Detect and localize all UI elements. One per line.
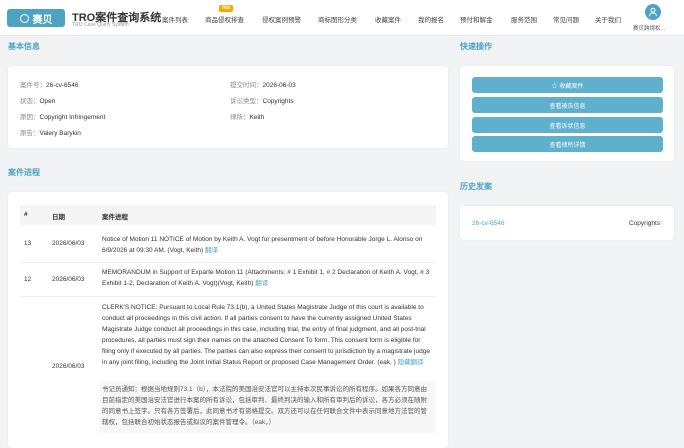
field-value: Open: [39, 98, 56, 105]
view-law-firm-button[interactable]: 查看律所详情: [472, 136, 663, 152]
top-header: 赛贝 TRO案件查询系统 TRO Case Query System 案件列表 …: [0, 0, 684, 36]
nav-product-check[interactable]: 商品侵权排查: [205, 14, 244, 24]
lawsuit-type-field: 诉讼类型：Copyrights: [230, 95, 294, 105]
field-label: 提交时间：: [230, 82, 263, 89]
logo-icon: [19, 13, 29, 23]
nav-settlement[interactable]: 预付和解金: [460, 14, 493, 24]
row-index: 13: [24, 240, 32, 247]
view-complaint-button[interactable]: 查看诉状信息: [472, 117, 663, 133]
row-date: 2026/06/03: [52, 240, 85, 247]
row-divider: [20, 262, 436, 263]
basic-info-heading: 基本信息: [8, 42, 40, 51]
history-case-link[interactable]: 26-cv-6546: [472, 220, 505, 227]
basic-info-card: 案件号：26-cv-6546 提交时间：2026-06-03 状态：Open 诉…: [8, 66, 448, 148]
field-label: 原告：: [20, 130, 40, 137]
row-text: CLERK'S NOTICE: Pursuant to Local Rule 7…: [102, 302, 434, 368]
user-icon: [649, 7, 657, 17]
translation-text: 书记员通知：根据当地规则73.1（b），本法院的美国治安法官可以主持本次民事诉讼…: [102, 386, 428, 426]
row-divider: [20, 296, 436, 297]
field-label: 律所：: [230, 114, 250, 121]
nav-infringement-alert[interactable]: 侵权案例预警: [262, 14, 301, 24]
nav-about[interactable]: 关于我们: [595, 14, 621, 24]
row-text-content: Notice of Motion 11 NOTICE of Motion by …: [102, 236, 423, 254]
nav-case-list[interactable]: 案件列表: [162, 14, 188, 24]
cause-field: 原因：Copyright Infringement: [20, 111, 105, 121]
nav-services[interactable]: 服务范围: [511, 14, 537, 24]
row-text: MEMORANDUM in Support of Exparte Motion …: [102, 267, 434, 289]
col-progress: 案件进程: [102, 214, 128, 221]
field-value: Valery Barykin: [39, 130, 81, 137]
row-date: 2026/06/03: [52, 363, 85, 370]
case-number-field: 案件号：26-cv-6546: [20, 79, 79, 89]
quick-actions-heading: 快速操作: [460, 42, 492, 51]
table-header: [20, 205, 436, 225]
law-firm-field: 律所：Keith: [230, 111, 264, 121]
nav-favorites[interactable]: 收藏案件: [375, 14, 401, 24]
view-defendants-button[interactable]: 查看被告信息: [472, 97, 663, 113]
field-value: Copyright Infringement: [39, 114, 106, 121]
favorite-case-button[interactable]: ☆ 收藏案件: [472, 77, 663, 93]
case-progress-heading: 案件进程: [8, 168, 40, 177]
filed-date-field: 提交时间：2026-06-03: [230, 79, 296, 89]
field-label: 状态：: [20, 98, 40, 105]
field-value: Keith: [249, 114, 265, 121]
field-value: 2026-06-03: [262, 82, 296, 89]
field-value: Copyrights: [262, 98, 294, 105]
history-heading: 历史发案: [460, 182, 492, 191]
logo-text: 赛贝: [32, 14, 53, 26]
row-index: 12: [24, 276, 32, 283]
site-subtitle: TRO Case Query System: [72, 22, 129, 28]
translate-link[interactable]: 翻译: [205, 247, 218, 254]
nav-faq[interactable]: 常见问题: [553, 14, 579, 24]
hot-badge: Hot: [219, 5, 234, 12]
logo[interactable]: 赛贝: [7, 9, 65, 27]
status-field: 状态：Open: [20, 95, 55, 105]
row-text-content: CLERK'S NOTICE: Pursuant to Local Rule 7…: [102, 304, 430, 366]
field-label: 诉讼类型：: [230, 98, 263, 105]
translate-link[interactable]: 翻译: [255, 280, 268, 287]
avatar[interactable]: [645, 4, 661, 20]
nav-trademark-class[interactable]: 商标图形分类: [318, 14, 357, 24]
field-label: 案件号：: [20, 82, 46, 89]
field-value: 26-cv-6546: [46, 82, 79, 89]
history-case-type: Copyrights: [629, 220, 661, 227]
row-date: 2026/06/03: [52, 276, 85, 283]
col-date: 日期: [52, 214, 65, 221]
plaintiff-field: 原告：Valery Barykin: [20, 127, 81, 137]
row-text: Notice of Motion 11 NOTICE of Motion by …: [102, 234, 434, 256]
nav-my-signup[interactable]: 我的报名: [418, 14, 444, 24]
col-index: #: [24, 211, 28, 218]
hide-translation-link[interactable]: 隐藏翻译: [398, 359, 424, 366]
user-name[interactable]: 赛贝跨境松...: [633, 24, 665, 32]
field-label: 原因：: [20, 114, 40, 121]
